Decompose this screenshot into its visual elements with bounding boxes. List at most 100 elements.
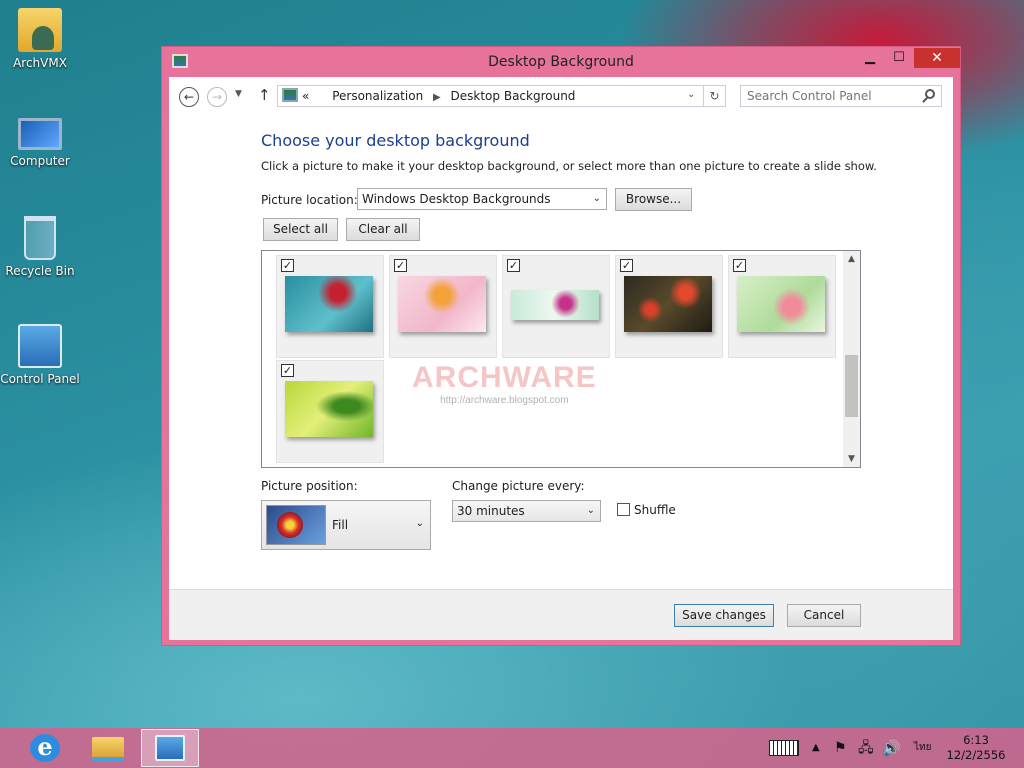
picture-position-select[interactable]: Fill ⌄ (261, 500, 431, 550)
breadcrumb-separator-icon: ▶ (433, 92, 441, 103)
desktop-icon-label: Recycle Bin (5, 264, 75, 278)
breadcrumb-overflow[interactable]: « (302, 89, 309, 103)
scroll-up-arrow-icon[interactable]: ▲ (843, 254, 860, 264)
picture-thumbnail (737, 276, 825, 332)
shuffle-label: Shuffle (634, 503, 676, 517)
picture-location-select[interactable]: Windows Desktop Backgrounds ⌄ (357, 188, 607, 210)
show-hidden-icons-icon[interactable]: ▲ (812, 728, 820, 768)
address-dropdown[interactable]: ⌄ (687, 89, 695, 100)
clear-all-button[interactable]: Clear all (346, 218, 420, 241)
up-button[interactable]: ↑ (258, 86, 271, 104)
input-language-indicator[interactable]: ไทย (914, 728, 931, 768)
picture-position-value: Fill (332, 518, 349, 532)
breadcrumb-personalization[interactable]: Personalization (332, 89, 423, 103)
scrollbar-thumb[interactable] (845, 355, 858, 417)
taskbar-file-explorer[interactable] (78, 729, 136, 767)
chevron-down-icon: ⌄ (592, 193, 601, 204)
picture-gallery: ✓ ✓ ✓ ✓ ✓ ✓ ARCHWARE http://archware.blo… (261, 250, 861, 468)
desktop-icon-label: Control Panel (0, 372, 80, 386)
picture-location-label: Picture location: (261, 193, 358, 207)
recent-locations-dropdown[interactable]: ▼ (235, 89, 242, 99)
search-input[interactable] (741, 86, 911, 106)
picture-checkbox[interactable]: ✓ (281, 259, 294, 272)
user-folder-icon (18, 8, 62, 52)
action-center-flag-icon[interactable]: ⚑ (834, 728, 847, 768)
desktop-icon-archvmx[interactable]: ArchVMX (0, 8, 80, 70)
watermark-url: http://archware.blogspot.com (440, 395, 569, 406)
shuffle-checkbox-box[interactable] (617, 503, 630, 516)
breadcrumb-desktop-background[interactable]: Desktop Background (451, 89, 576, 103)
archware-watermark: ARCHWARE http://archware.blogspot.com (412, 361, 597, 406)
page-title: Choose your desktop background (261, 131, 530, 150)
title-bar[interactable]: Desktop Background ▁ ☐ ✕ (162, 47, 960, 77)
position-preview-thumbnail (266, 505, 326, 545)
breadcrumb: « Personalization ▶ Desktop Background (302, 89, 575, 103)
picture-location-value: Windows Desktop Backgrounds (362, 192, 551, 206)
gallery-scrollbar[interactable]: ▲ ▼ (843, 251, 860, 467)
forward-arrow-icon: → (211, 90, 223, 104)
picture-tile[interactable]: ✓ (615, 255, 723, 358)
picture-checkbox[interactable]: ✓ (620, 259, 633, 272)
picture-checkbox[interactable]: ✓ (394, 259, 407, 272)
desktop-icon-label: ArchVMX (13, 56, 67, 70)
picture-thumbnail (285, 381, 373, 437)
maximize-button[interactable]: ☐ (885, 48, 913, 68)
taskbar-control-panel[interactable] (141, 729, 199, 767)
close-button[interactable]: ✕ (914, 48, 960, 68)
computer-icon (18, 118, 62, 150)
chevron-down-icon: ⌄ (586, 505, 595, 516)
save-changes-button[interactable]: Save changes (674, 604, 774, 627)
desktop-icon-computer[interactable]: Computer (0, 112, 80, 168)
chevron-down-icon: ⌄ (415, 518, 424, 529)
watermark-logo-text: ARCHWARE (412, 361, 597, 394)
change-picture-every-select[interactable]: 30 minutes ⌄ (452, 500, 601, 522)
desktop-icon-control-panel[interactable]: Control Panel (0, 324, 80, 386)
picture-tile[interactable]: ✓ (276, 255, 384, 358)
chevron-down-icon: ⌄ (687, 89, 696, 100)
select-all-button[interactable]: Select all (263, 218, 338, 241)
volume-icon[interactable]: 🔊 (882, 728, 901, 768)
back-button[interactable]: ← (179, 87, 199, 107)
picture-checkbox[interactable]: ✓ (507, 259, 520, 272)
forward-button[interactable]: → (207, 87, 227, 107)
window-client-area: ← → ▼ ↑ « Personalization ▶ Desktop Back… (169, 77, 953, 640)
clock-time: 6:13 (963, 733, 989, 747)
picture-thumbnail (285, 276, 373, 332)
refresh-icon: ↻ (709, 89, 720, 103)
network-icon[interactable]: 🖧 (858, 728, 874, 768)
picture-thumbnail (624, 276, 712, 332)
search-box (740, 85, 942, 107)
refresh-button[interactable]: ↻ (703, 86, 725, 106)
clock-date: 12/2/2556 (946, 748, 1006, 762)
control-panel-icon (155, 735, 185, 761)
picture-checkbox[interactable]: ✓ (281, 364, 294, 377)
control-panel-small-icon (282, 88, 298, 102)
browse-button[interactable]: Browse... (615, 188, 692, 211)
picture-thumbnail (398, 276, 486, 332)
shuffle-checkbox[interactable]: Shuffle (617, 503, 676, 517)
search-icon[interactable] (925, 89, 935, 99)
picture-tile[interactable]: ✓ (502, 255, 610, 358)
desktop-background-window: Desktop Background ▁ ☐ ✕ ← → ▼ ↑ « Perso… (161, 46, 961, 646)
desktop-icon-label: Computer (10, 154, 70, 168)
dialog-footer: Save changes Cancel (169, 589, 953, 640)
picture-tile[interactable]: ✓ (276, 360, 384, 463)
picture-tile[interactable]: ✓ (728, 255, 836, 358)
desktop-icon-recycle-bin[interactable]: Recycle Bin (0, 216, 80, 278)
taskbar-internet-explorer[interactable]: e (16, 729, 74, 767)
clock[interactable]: 6:13 12/2/2556 (944, 728, 1008, 768)
address-bar[interactable]: « Personalization ▶ Desktop Background ⌄… (277, 85, 726, 107)
control-panel-icon (18, 324, 62, 368)
up-arrow-icon: ↑ (258, 86, 271, 104)
ie-icon: e (30, 734, 60, 762)
picture-position-label: Picture position: (261, 479, 358, 493)
minimize-button[interactable]: ▁ (856, 48, 884, 68)
cancel-button[interactable]: Cancel (787, 604, 861, 627)
picture-tile[interactable]: ✓ (389, 255, 497, 358)
keyboard-icon[interactable] (769, 740, 799, 756)
taskbar: e ▲ ⚑ 🖧 🔊 ไทย 6:13 12/2/2556 (0, 728, 1024, 768)
recycle-bin-icon (24, 216, 56, 260)
folder-icon (92, 737, 124, 761)
scroll-down-arrow-icon[interactable]: ▼ (843, 454, 860, 464)
picture-checkbox[interactable]: ✓ (733, 259, 746, 272)
